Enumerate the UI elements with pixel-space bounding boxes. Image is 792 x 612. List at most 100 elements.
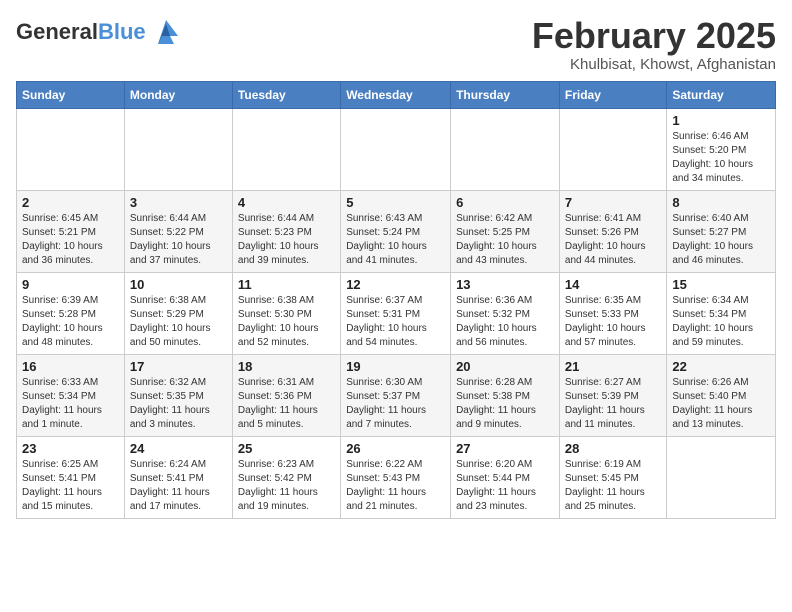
day-info: Sunrise: 6:41 AM Sunset: 5:26 PM Dayligh… bbox=[565, 212, 661, 268]
day-info: Sunrise: 6:35 AM Sunset: 5:33 PM Dayligh… bbox=[565, 294, 661, 350]
day-number: 6 bbox=[456, 195, 554, 210]
main-title: February 2025 bbox=[532, 16, 776, 56]
day-info: Sunrise: 6:32 AM Sunset: 5:35 PM Dayligh… bbox=[130, 376, 227, 432]
calendar-cell: 25 Sunrise: 6:23 AM Sunset: 5:42 PM Dayli… bbox=[232, 436, 340, 518]
calendar-cell: 6 Sunrise: 6:42 AM Sunset: 5:25 PM Daylig… bbox=[451, 190, 560, 272]
day-info: Sunrise: 6:40 AM Sunset: 5:27 PM Dayligh… bbox=[672, 212, 770, 268]
day-info: Sunrise: 6:27 AM Sunset: 5:39 PM Dayligh… bbox=[565, 376, 661, 432]
calendar-week-row: 1 Sunrise: 6:46 AM Sunset: 5:20 PM Daylig… bbox=[17, 108, 776, 190]
calendar-cell: 7 Sunrise: 6:41 AM Sunset: 5:26 PM Daylig… bbox=[559, 190, 666, 272]
day-number: 4 bbox=[238, 195, 335, 210]
day-number: 20 bbox=[456, 359, 554, 374]
calendar-cell: 27 Sunrise: 6:20 AM Sunset: 5:44 PM Dayli… bbox=[451, 436, 560, 518]
day-info: Sunrise: 6:31 AM Sunset: 5:36 PM Dayligh… bbox=[238, 376, 335, 432]
calendar-cell bbox=[667, 436, 776, 518]
day-number: 26 bbox=[346, 441, 445, 456]
calendar-cell bbox=[451, 108, 560, 190]
logo: GeneralBlue bbox=[16, 16, 182, 48]
calendar-cell: 16 Sunrise: 6:33 AM Sunset: 5:34 PM Dayli… bbox=[17, 354, 125, 436]
day-number: 17 bbox=[130, 359, 227, 374]
calendar-week-row: 16 Sunrise: 6:33 AM Sunset: 5:34 PM Dayli… bbox=[17, 354, 776, 436]
day-of-week-header: Saturday bbox=[667, 81, 776, 108]
day-of-week-header: Tuesday bbox=[232, 81, 340, 108]
day-number: 9 bbox=[22, 277, 119, 292]
day-info: Sunrise: 6:30 AM Sunset: 5:37 PM Dayligh… bbox=[346, 376, 445, 432]
calendar-cell bbox=[17, 108, 125, 190]
day-number: 7 bbox=[565, 195, 661, 210]
day-info: Sunrise: 6:37 AM Sunset: 5:31 PM Dayligh… bbox=[346, 294, 445, 350]
day-info: Sunrise: 6:19 AM Sunset: 5:45 PM Dayligh… bbox=[565, 458, 661, 514]
day-info: Sunrise: 6:44 AM Sunset: 5:23 PM Dayligh… bbox=[238, 212, 335, 268]
day-info: Sunrise: 6:42 AM Sunset: 5:25 PM Dayligh… bbox=[456, 212, 554, 268]
day-number: 19 bbox=[346, 359, 445, 374]
day-info: Sunrise: 6:28 AM Sunset: 5:38 PM Dayligh… bbox=[456, 376, 554, 432]
calendar-header-row: SundayMondayTuesdayWednesdayThursdayFrid… bbox=[17, 81, 776, 108]
logo-text: GeneralBlue bbox=[16, 20, 146, 44]
calendar-cell: 26 Sunrise: 6:22 AM Sunset: 5:43 PM Dayli… bbox=[341, 436, 451, 518]
calendar-week-row: 9 Sunrise: 6:39 AM Sunset: 5:28 PM Daylig… bbox=[17, 272, 776, 354]
calendar-cell: 14 Sunrise: 6:35 AM Sunset: 5:33 PM Dayli… bbox=[559, 272, 666, 354]
calendar-cell: 20 Sunrise: 6:28 AM Sunset: 5:38 PM Dayli… bbox=[451, 354, 560, 436]
day-number: 10 bbox=[130, 277, 227, 292]
day-info: Sunrise: 6:38 AM Sunset: 5:30 PM Dayligh… bbox=[238, 294, 335, 350]
day-number: 25 bbox=[238, 441, 335, 456]
calendar-cell: 21Sunrise: 6:27 AM Sunset: 5:39 PM Dayli… bbox=[559, 354, 666, 436]
day-info: Sunrise: 6:20 AM Sunset: 5:44 PM Dayligh… bbox=[456, 458, 554, 514]
header: GeneralBlue February 2025 Khulbisat, Kho… bbox=[16, 16, 776, 73]
subtitle: Khulbisat, Khowst, Afghanistan bbox=[532, 56, 776, 73]
day-number: 3 bbox=[130, 195, 227, 210]
day-info: Sunrise: 6:43 AM Sunset: 5:24 PM Dayligh… bbox=[346, 212, 445, 268]
day-info: Sunrise: 6:38 AM Sunset: 5:29 PM Dayligh… bbox=[130, 294, 227, 350]
day-info: Sunrise: 6:26 AM Sunset: 5:40 PM Dayligh… bbox=[672, 376, 770, 432]
calendar-cell: 15 Sunrise: 6:34 AM Sunset: 5:34 PM Dayli… bbox=[667, 272, 776, 354]
day-number: 2 bbox=[22, 195, 119, 210]
day-info: Sunrise: 6:44 AM Sunset: 5:22 PM Dayligh… bbox=[130, 212, 227, 268]
logo-icon bbox=[150, 16, 182, 48]
calendar-cell: 10 Sunrise: 6:38 AM Sunset: 5:29 PM Dayli… bbox=[124, 272, 232, 354]
calendar-cell: 9 Sunrise: 6:39 AM Sunset: 5:28 PM Daylig… bbox=[17, 272, 125, 354]
day-info: Sunrise: 6:46 AM Sunset: 5:20 PM Dayligh… bbox=[672, 130, 770, 186]
calendar-cell: 11 Sunrise: 6:38 AM Sunset: 5:30 PM Dayli… bbox=[232, 272, 340, 354]
day-info: Sunrise: 6:39 AM Sunset: 5:28 PM Dayligh… bbox=[22, 294, 119, 350]
day-info: Sunrise: 6:45 AM Sunset: 5:21 PM Dayligh… bbox=[22, 212, 119, 268]
day-number: 16 bbox=[22, 359, 119, 374]
day-of-week-header: Thursday bbox=[451, 81, 560, 108]
calendar-cell: 1 Sunrise: 6:46 AM Sunset: 5:20 PM Daylig… bbox=[667, 108, 776, 190]
day-number: 5 bbox=[346, 195, 445, 210]
day-number: 15 bbox=[672, 277, 770, 292]
day-info: Sunrise: 6:25 AM Sunset: 5:41 PM Dayligh… bbox=[22, 458, 119, 514]
day-number: 18 bbox=[238, 359, 335, 374]
day-number: 14 bbox=[565, 277, 661, 292]
day-info: Sunrise: 6:23 AM Sunset: 5:42 PM Dayligh… bbox=[238, 458, 335, 514]
day-info: Sunrise: 6:34 AM Sunset: 5:34 PM Dayligh… bbox=[672, 294, 770, 350]
day-number: 22 bbox=[672, 359, 770, 374]
day-number: 12 bbox=[346, 277, 445, 292]
day-info: Sunrise: 6:36 AM Sunset: 5:32 PM Dayligh… bbox=[456, 294, 554, 350]
day-number: 8 bbox=[672, 195, 770, 210]
calendar-cell bbox=[559, 108, 666, 190]
calendar-week-row: 23 Sunrise: 6:25 AM Sunset: 5:41 PM Dayli… bbox=[17, 436, 776, 518]
calendar-cell: 22 Sunrise: 6:26 AM Sunset: 5:40 PM Dayli… bbox=[667, 354, 776, 436]
day-number: 28 bbox=[565, 441, 661, 456]
calendar-cell bbox=[341, 108, 451, 190]
calendar: SundayMondayTuesdayWednesdayThursdayFrid… bbox=[16, 81, 776, 519]
calendar-cell: 28 Sunrise: 6:19 AM Sunset: 5:45 PM Dayli… bbox=[559, 436, 666, 518]
day-number: 27 bbox=[456, 441, 554, 456]
day-number: 23 bbox=[22, 441, 119, 456]
calendar-cell: 4 Sunrise: 6:44 AM Sunset: 5:23 PM Daylig… bbox=[232, 190, 340, 272]
day-of-week-header: Friday bbox=[559, 81, 666, 108]
calendar-cell: 3 Sunrise: 6:44 AM Sunset: 5:22 PM Daylig… bbox=[124, 190, 232, 272]
calendar-cell: 23 Sunrise: 6:25 AM Sunset: 5:41 PM Dayli… bbox=[17, 436, 125, 518]
day-number: 11 bbox=[238, 277, 335, 292]
day-info: Sunrise: 6:33 AM Sunset: 5:34 PM Dayligh… bbox=[22, 376, 119, 432]
day-number: 24 bbox=[130, 441, 227, 456]
day-of-week-header: Wednesday bbox=[341, 81, 451, 108]
day-number: 1 bbox=[672, 113, 770, 128]
day-of-week-header: Monday bbox=[124, 81, 232, 108]
calendar-cell: 19 Sunrise: 6:30 AM Sunset: 5:37 PM Dayli… bbox=[341, 354, 451, 436]
day-number: 13 bbox=[456, 277, 554, 292]
day-info: Sunrise: 6:22 AM Sunset: 5:43 PM Dayligh… bbox=[346, 458, 445, 514]
title-area: February 2025 Khulbisat, Khowst, Afghani… bbox=[532, 16, 776, 73]
day-info: Sunrise: 6:24 AM Sunset: 5:41 PM Dayligh… bbox=[130, 458, 227, 514]
calendar-cell bbox=[124, 108, 232, 190]
